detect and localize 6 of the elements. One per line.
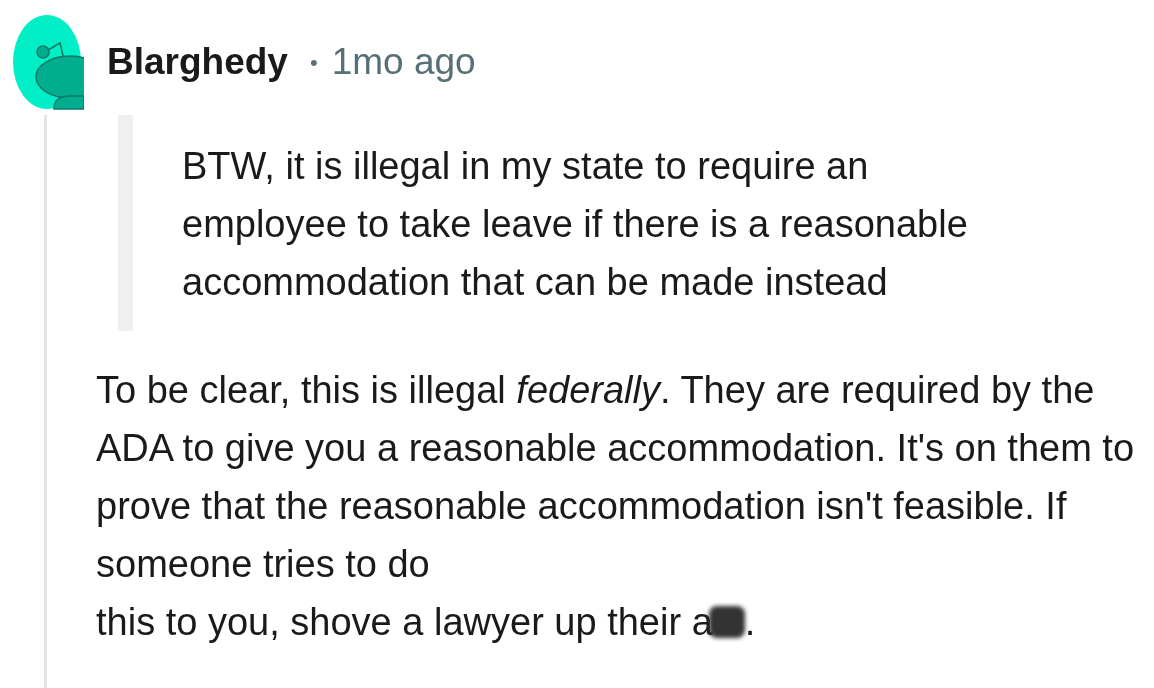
username[interactable]: Blarghedy: [107, 34, 288, 90]
avatar-icon: [10, 14, 84, 110]
quote-text: BTW, it is illegal in my state to require an employee to take leave if there is a reasonable accommodation that can be made instead: [182, 144, 969, 305]
timestamp: 1mo ago: [331, 40, 476, 85]
separator-dot: •: [309, 48, 318, 77]
comment-period: .: [744, 600, 756, 645]
